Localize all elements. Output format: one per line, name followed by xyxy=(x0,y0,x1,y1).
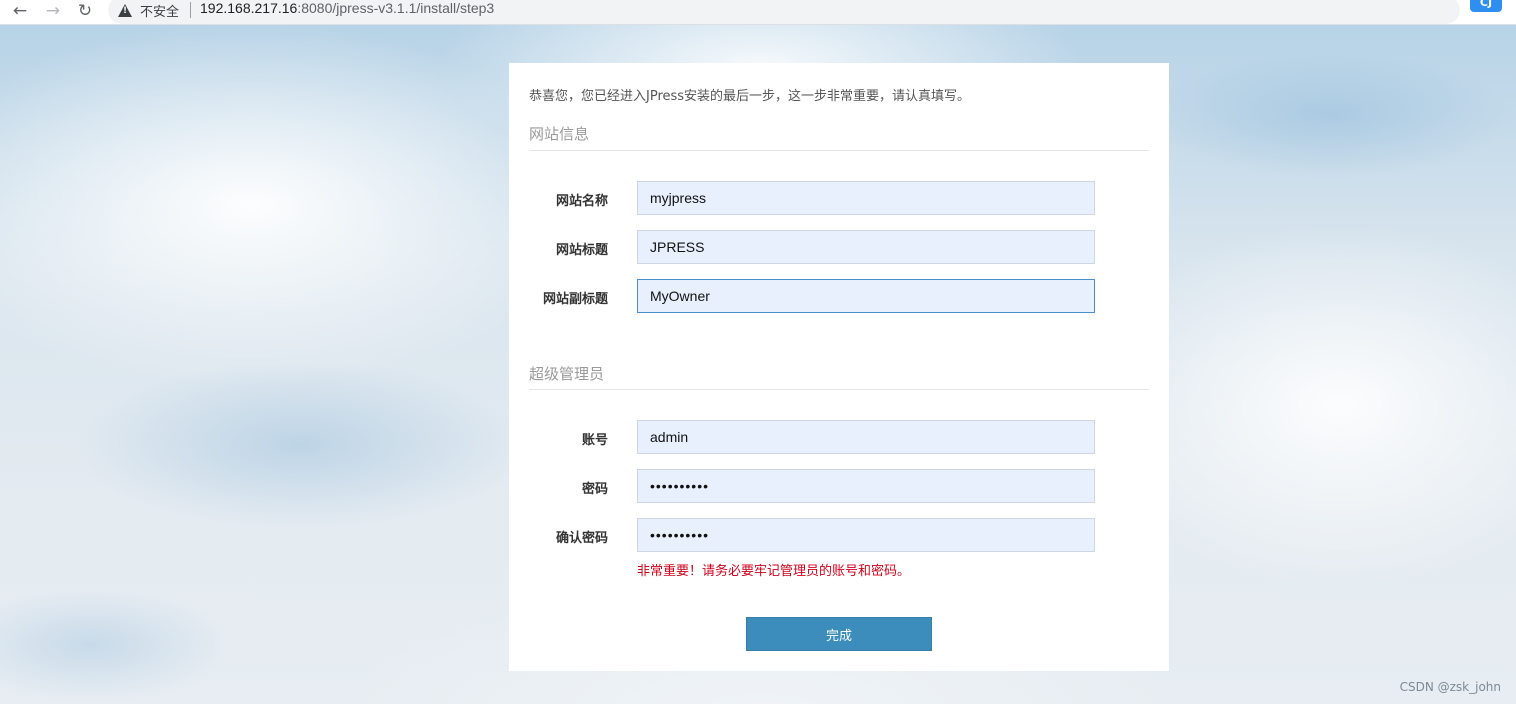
extension-icon[interactable]: CJ xyxy=(1470,0,1502,12)
intro-text: 恭喜您，您已经进入JPress安装的最后一步，这一步非常重要，请认真填写。 xyxy=(529,89,971,104)
reload-icon[interactable]: ↻ xyxy=(73,0,97,22)
section-divider xyxy=(529,150,1149,151)
account-input[interactable] xyxy=(637,420,1095,454)
site-subtitle-label: 网站副标题 xyxy=(542,292,608,307)
address-bar[interactable]: 不安全 192.168.217.16:8080/jpress-v3.1.1/in… xyxy=(108,0,1460,24)
admin-section-title: 超级管理员 xyxy=(529,365,605,383)
password-warning-hint: 非常重要！请务必要牢记管理员的账号和密码。 xyxy=(637,564,911,579)
install-card: 恭喜您，您已经进入JPress安装的最后一步，这一步非常重要，请认真填写。 网站… xyxy=(509,63,1169,671)
confirm-password-label: 确认密码 xyxy=(555,531,608,546)
password-label: 密码 xyxy=(581,482,608,497)
account-label: 账号 xyxy=(581,433,608,448)
warning-icon[interactable] xyxy=(118,4,132,17)
security-status-label[interactable]: 不安全 xyxy=(140,1,179,20)
watermark: CSDN @zsk_john xyxy=(1399,680,1501,694)
forward-arrow-icon[interactable]: → xyxy=(41,0,65,22)
site-subtitle-input[interactable] xyxy=(637,279,1095,313)
site-info-section-title: 网站信息 xyxy=(529,125,590,143)
url-path: :8080/jpress-v3.1.1/install/step3 xyxy=(297,0,495,16)
confirm-password-input[interactable] xyxy=(637,518,1095,552)
password-input[interactable] xyxy=(637,469,1095,503)
site-name-label: 网站名称 xyxy=(555,194,608,209)
url-host: 192.168.217.16 xyxy=(200,0,298,16)
site-name-input[interactable] xyxy=(637,181,1095,215)
finish-button[interactable]: 完成 xyxy=(746,617,932,651)
back-arrow-icon[interactable]: ← xyxy=(8,0,32,22)
site-title-label: 网站标题 xyxy=(555,243,608,258)
url-text[interactable]: 192.168.217.16:8080/jpress-v3.1.1/instal… xyxy=(200,0,494,16)
section-divider xyxy=(529,389,1149,390)
browser-toolbar: ← → ↻ 不安全 192.168.217.16:8080/jpress-v3.… xyxy=(0,0,1516,25)
address-separator xyxy=(190,2,191,18)
site-title-input[interactable] xyxy=(637,230,1095,264)
